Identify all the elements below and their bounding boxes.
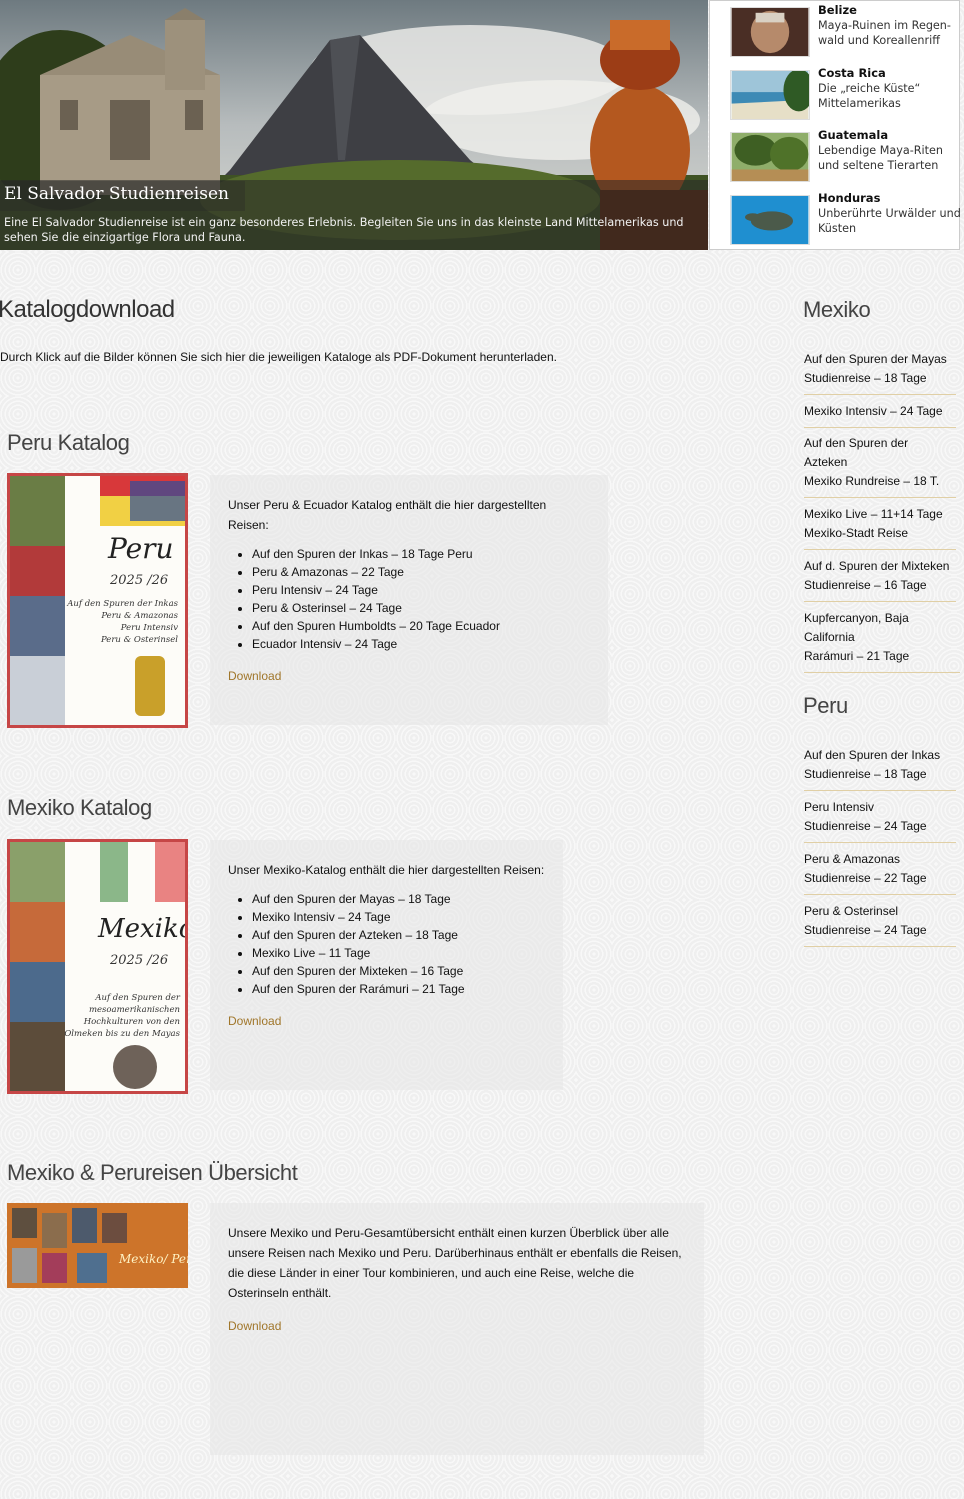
sidebar-item-peru[interactable]: Peru & Amazonas Studienreise – 22 Tage [804, 850, 956, 895]
peru-cover-line: Peru Intensiv [120, 623, 178, 633]
overview-title: Mexiko & Perureisen Übersicht [7, 1160, 298, 1185]
sidebar-item-peru[interactable]: Auf den Spuren der Inkas Studienreise – … [804, 746, 956, 791]
sidebar-item-mexiko[interactable]: Auf den Spuren der Azteken Mexiko Rundre… [804, 434, 956, 498]
sidebar-item-label[interactable]: Auf d. Spuren der Mixteken [804, 557, 956, 576]
peru-cover-line: Auf den Spuren der Inkas [66, 599, 178, 609]
sidebar-item-mexiko[interactable]: Mexiko Live – 11+14 Tage Mexiko-Stadt Re… [804, 505, 956, 550]
list-item: Ecuador Intensiv – 24 Tage [252, 635, 590, 653]
sidebar-item-label[interactable]: Mexiko-Stadt Reise [804, 524, 956, 543]
teaser-name[interactable]: Guatemala [818, 128, 888, 142]
teaser-name[interactable]: Belize [818, 3, 857, 17]
teaser-description: Die „reiche Küste“ Mittelamerikas [818, 82, 921, 110]
sidebar-item-label[interactable]: Peru Intensiv [804, 798, 956, 817]
teaser-name[interactable]: Costa Rica [818, 66, 886, 80]
list-item: Auf den Spuren Humboldts – 20 Tage Ecuad… [252, 617, 590, 635]
peru-cover-image[interactable]: Peru 2025 /26 Auf den Spuren der Inkas P… [10, 476, 185, 725]
mexiko-cover-year: 2025 /26 [109, 953, 168, 968]
sidebar-item-label[interactable]: Studienreise – 18 Tage [804, 369, 956, 388]
list-item: Auf den Spuren der Rarámuri – 21 Tage [252, 980, 545, 998]
hero-title[interactable]: El Salvador Studienreisen [4, 184, 229, 204]
list-item: Mexiko Live – 11 Tage [252, 944, 545, 962]
list-item: Peru & Amazonas – 22 Tage [252, 563, 590, 581]
list-item: Auf den Spuren der Azteken – 18 Tage [252, 926, 545, 944]
peru-trip-list: Auf den Spuren der Inkas – 18 Tage Peru … [252, 545, 590, 653]
list-item: Auf den Spuren der Mayas – 18 Tage [252, 890, 545, 908]
page-title: Katalogdownload [0, 296, 175, 323]
teaser-description: Maya-Ruinen im Regen-wald und Koreallenr… [818, 19, 951, 47]
mexiko-cover-heading: Mexiko [97, 914, 185, 944]
mexiko-download-link[interactable]: Download [228, 1014, 281, 1028]
sidebar-item-label[interactable]: Auf den Spuren der [804, 434, 956, 453]
mexiko-catalog-intro: Unser Mexiko-Katalog enthält die hier da… [228, 863, 545, 877]
sidebar-item-label[interactable]: Mexiko Intensiv – 24 Tage [804, 402, 956, 421]
list-item: Auf den Spuren der Mixteken – 16 Tage [252, 962, 545, 980]
sidebar-item-mexiko[interactable]: Auf den Spuren der Mayas Studienreise – … [804, 350, 956, 395]
peru-catalog-cover[interactable]: Peru 2025 /26 Auf den Spuren der Inkas P… [7, 473, 188, 728]
sidebar-item-label[interactable]: Auf den Spuren der Inkas [804, 746, 956, 765]
overview-text: Unsere Mexiko und Peru-Gesamtübersicht e… [228, 1226, 682, 1300]
overview-cover-heading: Mexiko/ Peru [118, 1252, 188, 1266]
mexiko-cover-line: Olmeken bis zu den Mayas [64, 1029, 180, 1039]
teaser-costa-rica[interactable]: Costa Rica Die „reiche Küste“ Mittelamer… [730, 64, 960, 120]
sidebar-peru-title: Peru [803, 693, 848, 718]
sidebar-item-label[interactable]: Peru & Osterinsel [804, 902, 956, 921]
belize-thumbnail[interactable] [730, 7, 810, 57]
peru-catalog-box: Unser Peru & Ecuador Katalog enthält die… [210, 475, 608, 725]
teaser-description: Unberührte Urwälder und Küsten [818, 207, 961, 235]
sidebar-item-label[interactable]: Studienreise – 24 Tage [804, 921, 956, 940]
guatemala-thumbnail[interactable] [730, 132, 810, 182]
mexiko-cover-line: Auf den Spuren der [94, 993, 181, 1003]
mexiko-cover-image[interactable]: Mexiko 2025 /26 Auf den Spuren der mesoa… [10, 842, 185, 1091]
list-item: Peru Intensiv – 24 Tage [252, 581, 590, 599]
mexiko-catalog-title: Mexiko Katalog [7, 795, 152, 820]
honduras-thumbnail[interactable] [730, 195, 810, 245]
peru-download-link[interactable]: Download [228, 669, 281, 683]
peru-cover-line: Peru & Amazonas [100, 611, 178, 621]
destination-teaser-list: Belize Maya-Ruinen im Regen-wald und Kor… [709, 0, 961, 250]
costa-rica-thumbnail[interactable] [730, 70, 810, 120]
sidebar-item-label[interactable]: Peru & Amazonas [804, 850, 956, 869]
sidebar-item-peru[interactable]: Peru Intensiv Studienreise – 24 Tage [804, 798, 956, 843]
teaser-description: Lebendige Maya-Riten und seltene Tierart… [818, 144, 944, 172]
teaser-honduras[interactable]: Honduras Unberührte Urwälder und Küsten [730, 189, 961, 245]
sidebar-item-label[interactable]: Studienreise – 18 Tage [804, 765, 956, 784]
mexiko-cover-line: mesoamerikanischen [89, 1005, 180, 1015]
overview-cover-image[interactable]: Mexiko/ Peru [7, 1203, 188, 1288]
sidebar-item-label[interactable]: Studienreise – 16 Tage [804, 576, 956, 595]
list-item: Auf den Spuren der Inkas – 18 Tage Peru [252, 545, 590, 563]
sidebar-item-label[interactable]: Azteken [804, 453, 956, 472]
peru-catalog-intro: Unser Peru & Ecuador Katalog enthält die… [228, 498, 547, 532]
sidebar-item-mexiko[interactable]: Kupfercanyon, Baja California Rarámuri –… [804, 609, 960, 673]
teaser-belize[interactable]: Belize Maya-Ruinen im Regen-wald und Kor… [730, 1, 960, 57]
mexiko-cover-line: Hochkulturen von den [83, 1017, 180, 1027]
sidebar-item-label[interactable]: Studienreise – 22 Tage [804, 869, 956, 888]
overview-download-link[interactable]: Download [228, 1319, 281, 1333]
teaser-guatemala[interactable]: Guatemala Lebendige Maya-Riten und selte… [730, 126, 960, 182]
mexiko-trip-list: Auf den Spuren der Mayas – 18 Tage Mexik… [252, 890, 545, 998]
peru-cover-line: Peru & Osterinsel [100, 635, 178, 645]
peru-cover-heading: Peru [107, 532, 174, 565]
peru-catalog-title: Peru Katalog [7, 430, 130, 455]
sidebar-item-mexiko[interactable]: Auf d. Spuren der Mixteken Studienreise … [804, 557, 956, 602]
teaser-name[interactable]: Honduras [818, 191, 880, 205]
hero-description: Eine El Salvador Studienreise ist ein ga… [4, 216, 684, 244]
mexiko-catalog-box: Unser Mexiko-Katalog enthält die hier da… [210, 840, 563, 1090]
sidebar-item-label[interactable]: Studienreise – 24 Tage [804, 817, 956, 836]
sidebar-item-label[interactable]: Mexiko Rundreise – 18 T. [804, 472, 956, 491]
list-item: Mexiko Intensiv – 24 Tage [252, 908, 545, 926]
page-intro: Durch Klick auf die Bilder können Sie si… [0, 350, 557, 364]
peru-cover-year: 2025 /26 [109, 573, 168, 588]
sidebar-item-label[interactable]: Auf den Spuren der Mayas [804, 350, 956, 369]
sidebar-item-label[interactable]: Mexiko Live – 11+14 Tage [804, 505, 956, 524]
sidebar-item-peru[interactable]: Peru & Osterinsel Studienreise – 24 Tage [804, 902, 956, 947]
overview-box: Unsere Mexiko und Peru-Gesamtübersicht e… [210, 1203, 704, 1455]
sidebar-mexiko-title: Mexiko [803, 297, 871, 322]
sidebar-item-mexiko[interactable]: Mexiko Intensiv – 24 Tage [804, 402, 956, 428]
sidebar-item-label[interactable]: Kupfercanyon, Baja California [804, 609, 960, 647]
list-item: Peru & Osterinsel – 24 Tage [252, 599, 590, 617]
mexiko-catalog-cover[interactable]: Mexiko 2025 /26 Auf den Spuren der mesoa… [7, 839, 188, 1094]
hero-banner[interactable]: El Salvador Studienreisen Eine El Salvad… [0, 0, 708, 250]
sidebar-item-label[interactable]: Rarámuri – 21 Tage [804, 647, 960, 666]
overview-catalog-cover[interactable]: Mexiko/ Peru [7, 1203, 188, 1288]
